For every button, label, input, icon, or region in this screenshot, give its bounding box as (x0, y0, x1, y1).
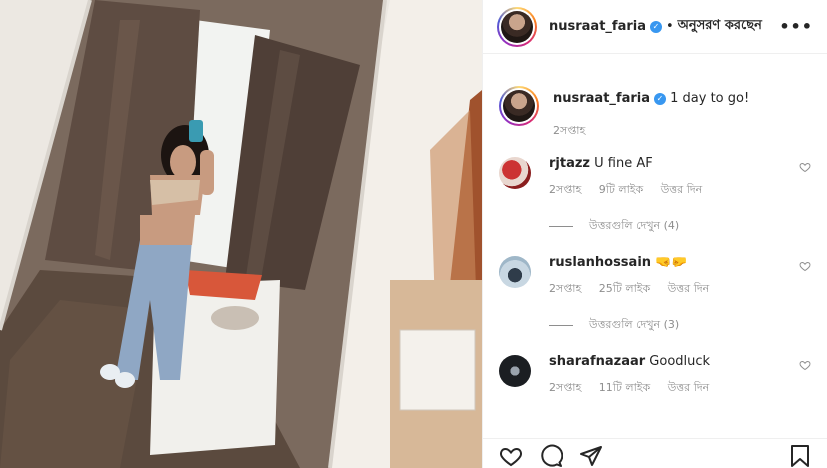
heart-icon[interactable] (499, 444, 523, 468)
caption-avatar[interactable] (499, 86, 539, 126)
header-separator: • (666, 19, 674, 34)
verified-badge-icon: ✓ (654, 92, 666, 105)
author-username[interactable]: nusraat_faria (549, 19, 646, 34)
view-replies-button[interactable]: উত্তরগুলি দেখুন (4) (549, 217, 811, 236)
post-actions-bar (483, 438, 827, 468)
heart-icon[interactable] (799, 161, 811, 173)
reply-button[interactable]: উত্তর দিন (661, 183, 702, 196)
commenter-username[interactable]: rjtazz (549, 156, 590, 171)
commenter-username[interactable]: sharafnazaar (549, 354, 645, 369)
comment-item: rjtazz U fine AF 2সপ্তাহ 9টি লাইক উত্তর … (499, 155, 811, 200)
following-button[interactable]: অনুসরণ করছেন (678, 16, 762, 37)
commenter-avatar[interactable] (499, 256, 531, 288)
reply-button[interactable]: উত্তর দিন (668, 282, 709, 295)
post-side-panel: nusraat_faria ✓ • অনুসরণ করছেন ••• nusra… (482, 0, 827, 468)
commenter-username[interactable]: ruslanhossain (549, 255, 651, 270)
instagram-post: nusraat_faria ✓ • অনুসরণ করছেন ••• nusra… (0, 0, 827, 468)
verified-badge-icon: ✓ (650, 20, 662, 33)
commenter-avatar[interactable] (499, 157, 531, 189)
view-replies-button[interactable]: উত্তরগুলি দেখুন (3) (549, 316, 811, 335)
comments-list[interactable]: nusraat_faria ✓ 1 day to go! 2সপ্তাহ rjta… (483, 70, 827, 424)
author-avatar-image (501, 10, 533, 43)
comment-text: Goodluck (649, 354, 711, 369)
comment-text: U fine AF (594, 156, 653, 171)
comment-time[interactable]: 2সপ্তাহ (549, 282, 581, 295)
heart-icon[interactable] (799, 260, 811, 272)
commenter-avatar[interactable] (499, 355, 531, 387)
paper-plane-icon[interactable] (579, 444, 603, 468)
comment-time[interactable]: 2সপ্তাহ (549, 381, 581, 394)
comment-time[interactable]: 2সপ্তাহ (549, 183, 581, 196)
author-avatar[interactable] (497, 6, 537, 47)
post-header: nusraat_faria ✓ • অনুসরণ করছেন ••• (483, 0, 827, 54)
comment-item: ruslanhossain 🤜🤛 2সপ্তাহ 25টি লাইক উত্তর… (499, 254, 811, 299)
caption-username[interactable]: nusraat_faria (553, 91, 650, 106)
bookmark-icon[interactable] (789, 444, 811, 468)
post-photo[interactable] (0, 0, 482, 468)
mirror-selfie-image (0, 0, 482, 468)
comment-item: sharafnazaar Goodluck 2সপ্তাহ 11টি লাইক … (499, 353, 811, 398)
caption-time[interactable]: 2সপ্তাহ (553, 124, 585, 137)
comment-text: 🤜🤛 (655, 255, 688, 270)
comment-likes[interactable]: 9টি লাইক (599, 183, 643, 196)
comment-likes[interactable]: 11টি লাইক (599, 381, 650, 394)
caption: nusraat_faria ✓ 1 day to go! 2সপ্তাহ (499, 86, 811, 141)
heart-icon[interactable] (799, 359, 811, 371)
comment-bubble-icon[interactable] (539, 444, 563, 468)
caption-text-line: nusraat_faria ✓ 1 day to go! (553, 90, 811, 108)
more-options-icon[interactable]: ••• (779, 17, 813, 36)
comment-likes[interactable]: 25টি লাইক (599, 282, 650, 295)
reply-button[interactable]: উত্তর দিন (668, 381, 709, 394)
caption-text: 1 day to go! (670, 91, 750, 106)
